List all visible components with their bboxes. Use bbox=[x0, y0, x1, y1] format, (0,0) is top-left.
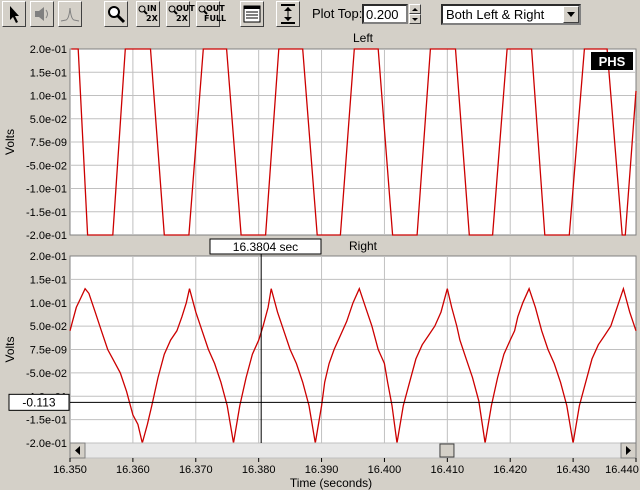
waveform-plot[interactable]: Left 2.0e-01 1.5e-01 1.0e-01 5.0e-02 7.5e-09 -… bbox=[0, 30, 640, 490]
x-tick-label: 16.380 bbox=[242, 464, 276, 476]
magnifier-icon bbox=[108, 6, 126, 24]
cursor-time-readout: 16.3804 sec bbox=[233, 240, 298, 254]
x-axis-label: Time (seconds) bbox=[290, 476, 372, 490]
horizontal-scrollbar[interactable] bbox=[69, 442, 637, 459]
fit-vertical-button[interactable] bbox=[276, 1, 300, 27]
right-y-tick-label: -2.0e-01 bbox=[26, 438, 67, 450]
list-window-icon bbox=[243, 5, 261, 23]
left-y-tick-label: -2.0e-01 bbox=[26, 230, 67, 242]
right-y-tick-label: 5.0e-02 bbox=[30, 321, 67, 333]
x-tick-label: 16.420 bbox=[493, 464, 527, 476]
left-y-tick-label: 2.0e-01 bbox=[30, 44, 67, 56]
right-y-tick-label: -5.0e-02 bbox=[26, 368, 67, 380]
x-tick-label: 16.410 bbox=[431, 464, 465, 476]
cursor-arrow-icon bbox=[10, 6, 19, 23]
spin-down-button[interactable] bbox=[409, 14, 421, 24]
zoom-full-label: OUT bbox=[206, 4, 225, 13]
left-y-tick-label: -5.0e-02 bbox=[26, 160, 67, 172]
x-tick-label: 16.400 bbox=[368, 464, 402, 476]
left-channel-chart: Left 2.0e-01 1.5e-01 1.0e-01 5.0e-02 7.5e-09 -… bbox=[3, 31, 637, 242]
x-tick-label: 16.430 bbox=[556, 464, 590, 476]
plot-top-label: Plot Top: bbox=[312, 6, 363, 21]
zoom-button[interactable] bbox=[104, 1, 128, 27]
arrow-up-icon bbox=[412, 8, 418, 11]
right-y-tick-label: 2.0e-01 bbox=[30, 251, 67, 263]
left-y-axis-label: Volts bbox=[3, 129, 17, 155]
channel-select-value: Both Left & Right bbox=[446, 7, 545, 22]
right-y-tick-label: 1.5e-01 bbox=[30, 274, 67, 286]
pointer-tool-button[interactable] bbox=[2, 1, 26, 27]
zoom-out-label: OUT bbox=[176, 4, 195, 13]
right-chart-title: Right bbox=[349, 239, 378, 253]
right-y-tick-label: 1.0e-01 bbox=[30, 298, 67, 310]
zoom-in-2x-button[interactable]: IN 2X bbox=[136, 1, 160, 27]
zoom-out-2x-button[interactable]: OUT 2X bbox=[166, 1, 195, 27]
vertical-expand-icon bbox=[281, 4, 295, 24]
phs-logo-text: PHS bbox=[599, 54, 626, 69]
speaker-button[interactable] bbox=[30, 1, 54, 27]
spin-up-button[interactable] bbox=[409, 4, 421, 14]
left-y-tick-label: 7.5e-09 bbox=[30, 137, 67, 149]
x-tick-label: 16.350 bbox=[53, 464, 87, 476]
cursor-value-readout: -0.113 bbox=[22, 395, 55, 409]
zoom-out-factor: 2X bbox=[176, 14, 188, 23]
chevron-down-icon bbox=[567, 12, 575, 17]
dropdown-button[interactable] bbox=[563, 6, 579, 23]
scrollbar-thumb[interactable] bbox=[439, 443, 455, 458]
spectrum-button[interactable] bbox=[58, 1, 82, 27]
x-tick-label: 16.390 bbox=[305, 464, 339, 476]
channel-select[interactable]: Both Left & Right bbox=[441, 4, 581, 25]
right-y-axis-label: Volts bbox=[3, 336, 17, 362]
x-tick-label: 16.440 bbox=[605, 464, 639, 476]
left-chart-title: Left bbox=[353, 31, 374, 45]
left-y-tick-label: 1.0e-01 bbox=[30, 91, 67, 103]
display-settings-button[interactable] bbox=[240, 1, 264, 27]
zoom-in-factor: 2X bbox=[146, 14, 158, 23]
x-tick-label: 16.370 bbox=[179, 464, 213, 476]
left-y-tick-label: -1.0e-01 bbox=[26, 184, 67, 196]
right-y-tick-label: 7.5e-09 bbox=[30, 345, 67, 357]
plot-top-input[interactable]: 0.200 bbox=[362, 4, 408, 24]
right-y-tick-label: -1.5e-01 bbox=[26, 415, 67, 427]
spectrum-peak-icon bbox=[60, 7, 80, 22]
x-tick-label: 16.360 bbox=[116, 464, 150, 476]
left-y-tick-label: 5.0e-02 bbox=[30, 114, 67, 126]
plot-top-spinner[interactable] bbox=[409, 4, 421, 24]
speaker-icon bbox=[35, 7, 48, 21]
zoom-full-button[interactable]: OUT FULL bbox=[196, 1, 226, 27]
right-channel-chart: Right 2.0e-01 1.5e-01 1.0e-01 5.0e-02 7.5e-09… bbox=[3, 239, 639, 490]
zoom-full-factor: FULL bbox=[204, 14, 227, 23]
left-y-tick-label: -1.5e-01 bbox=[26, 207, 67, 219]
toolbar: IN 2X OUT 2X OUT FULL Plot Top: 0.200 Bo… bbox=[0, 0, 640, 30]
left-y-tick-label: 1.5e-01 bbox=[30, 67, 67, 79]
zoom-in-label: IN bbox=[147, 4, 157, 13]
arrow-down-icon bbox=[412, 18, 418, 21]
